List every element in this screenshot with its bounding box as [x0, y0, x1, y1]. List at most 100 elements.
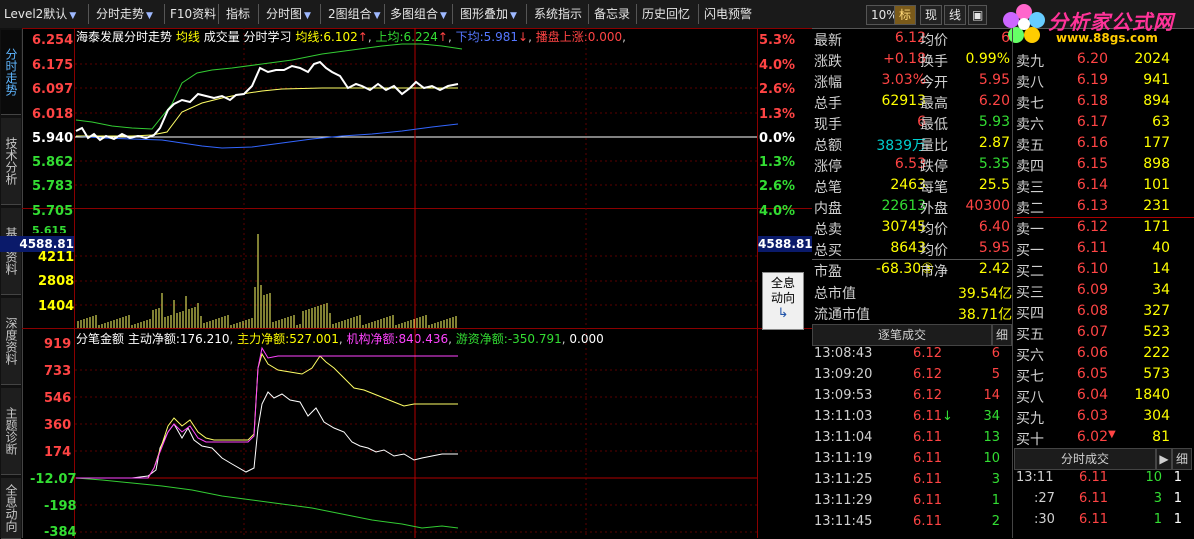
sell-price: 6.15 — [1076, 156, 1108, 172]
sell-volume: 894 — [1143, 93, 1170, 109]
mark-button[interactable]: 标 — [894, 5, 917, 25]
window-icon[interactable]: ▣ — [968, 5, 988, 25]
quote-value: 5.35 — [978, 156, 1010, 172]
tick-time: 13:09:20 — [814, 367, 873, 382]
toolbar-f10[interactable]: F10资料 — [170, 5, 216, 23]
quote-value: 0.99% — [965, 51, 1010, 67]
quote-label: 内盘 — [814, 201, 842, 217]
sell-price: 6.14 — [1076, 177, 1108, 193]
quote-label: 总额 — [814, 138, 842, 154]
quote-label: 总卖 — [814, 222, 842, 238]
buy-level-label: 买六 — [1016, 348, 1044, 364]
toolbar-beiwang[interactable]: 备忘录 — [594, 5, 630, 23]
now-button[interactable]: 现 — [920, 5, 943, 25]
buy-level-label: 买二 — [1016, 264, 1044, 280]
sell-price: 6.13 — [1076, 198, 1108, 214]
buy-price: 6.07 — [1076, 324, 1108, 340]
toolbar-xitong[interactable]: 系统指示 — [534, 5, 582, 23]
toolbar-duotu[interactable]: 多图组合 ▼ — [390, 5, 447, 23]
quote-value: 62913 — [881, 93, 926, 109]
tick-volume: 10 — [983, 451, 1000, 466]
tick-volume: 3 — [991, 472, 1000, 487]
minute-count: 1 — [1173, 512, 1182, 527]
mcap-label: 总市值 — [814, 286, 856, 302]
quote-label: 现手 — [814, 117, 842, 133]
minute-price: 6.11 — [1079, 491, 1108, 506]
tick-price: 6.12 — [913, 388, 942, 403]
quote-label: 涨幅 — [814, 75, 842, 91]
intraday-chart: 海泰发展分时走势 均线 成交量 分时学习 均线:6.102↑, 上均:6.224… — [0, 28, 813, 538]
quote-value: 6.12 — [894, 30, 926, 46]
quote-value: 6 — [917, 114, 926, 130]
quote-value: 3.03% — [881, 72, 926, 88]
sell-price: 6.16 — [1076, 135, 1108, 151]
down-marker-icon: ▼ — [1108, 429, 1116, 440]
buy-level-label: 买一 — [1016, 243, 1044, 259]
left-tabs: 分时走势 技术分析 基本资料 深度资料 主题诊断 全息动向 — [0, 28, 23, 539]
minute-count: 1 — [1173, 470, 1182, 485]
buy-price: 6.11 — [1076, 240, 1108, 256]
tab-jishu[interactable]: 技术分析 — [1, 118, 21, 205]
quote-value: 6.53 — [894, 156, 926, 172]
sell-price: 6.18 — [1076, 93, 1108, 109]
toolbar-lishi[interactable]: 历史回忆 — [642, 5, 690, 23]
tick-time: 13:11:29 — [814, 493, 873, 508]
buy-price: 6.02 — [1076, 429, 1108, 445]
quote-value: 6 — [1001, 30, 1010, 46]
toolbar-shandian[interactable]: 闪电预警 — [704, 5, 752, 23]
minute-trades-header: 分时成交 — [1014, 448, 1156, 470]
sell-price: 6.19 — [1076, 72, 1108, 88]
tick-price: 6.11 — [913, 472, 942, 487]
buy-level-label: 买五 — [1016, 327, 1044, 343]
minute-count: 1 — [1173, 491, 1182, 506]
buy-price: 6.08 — [1076, 303, 1108, 319]
tick-detail-button[interactable]: 细 — [992, 324, 1012, 346]
toolbar-level2[interactable]: Level2默认 ▼ — [4, 5, 76, 23]
tick-price: 6.11 — [913, 451, 942, 466]
sell-price: 6.20 — [1076, 51, 1108, 67]
toolbar-fenshitu[interactable]: 分时图 ▼ — [266, 5, 311, 23]
tick-price: 6.11 — [913, 409, 942, 424]
sell-volume: 177 — [1143, 135, 1170, 151]
quote-label: 外盘 — [920, 201, 948, 217]
tab-zhuti[interactable]: 主题诊断 — [1, 388, 21, 475]
minute-detail-button[interactable]: 细 — [1172, 448, 1192, 470]
tick-volume: 1 — [991, 493, 1000, 508]
tick-volume: 13 — [983, 430, 1000, 445]
retail-flow-line — [75, 477, 459, 529]
toolbar-diejia[interactable]: 图形叠加 ▼ — [460, 5, 517, 23]
toolbar-fenshi[interactable]: 分时走势 ▼ — [96, 5, 153, 23]
avg-price-line — [76, 87, 458, 137]
buy-volume: 222 — [1143, 345, 1170, 361]
tick-price: 6.11 — [913, 493, 942, 508]
tick-header: 逐笔成交 — [812, 324, 992, 346]
quote-value: 5.95 — [978, 240, 1010, 256]
tick-price: 6.11 — [913, 430, 942, 445]
minute-price: 6.11 — [1079, 470, 1108, 485]
quote-value: 5.95 — [978, 72, 1010, 88]
sell-price: 6.12 — [1076, 219, 1108, 235]
quote-value: +0.18 — [883, 51, 926, 67]
minute-next-icon[interactable]: ▶ — [1156, 448, 1172, 470]
quote-label: 均价 — [920, 243, 948, 259]
tick-price: 6.12 — [913, 346, 942, 361]
toolbar-2tu[interactable]: 2图组合 ▼ — [328, 5, 381, 23]
buy-level-label: 买三 — [1016, 285, 1044, 301]
sell-volume: 63 — [1152, 114, 1170, 130]
quote-panel: 最新 6.12 均价 6 涨跌 +0.18 换手 0.99% 涨幅 3.03% 今开 5.95 总手 62… — [812, 28, 1194, 538]
sell-level-label: 卖九 — [1016, 54, 1044, 70]
quote-value: 25.5 — [978, 177, 1010, 193]
buy-level-label: 买七 — [1016, 369, 1044, 385]
line-button[interactable]: 线 — [944, 5, 967, 25]
float-mcap-label: 流通市值 — [814, 307, 870, 323]
tab-shendu[interactable]: 深度资料 — [1, 298, 21, 385]
toolbar-zhibiao[interactable]: 指标 — [226, 5, 250, 23]
quote-value: 5.93 — [978, 114, 1010, 130]
tab-quanxi[interactable]: 全息动向 — [1, 478, 21, 539]
tick-time: 13:11:25 — [814, 472, 873, 487]
tab-fenshi[interactable]: 分时走势 — [1, 30, 21, 115]
sell-volume: 941 — [1143, 72, 1170, 88]
tick-volume: 2 — [991, 514, 1000, 529]
inst-flow-line — [76, 346, 458, 479]
sell-volume: 171 — [1143, 219, 1170, 235]
